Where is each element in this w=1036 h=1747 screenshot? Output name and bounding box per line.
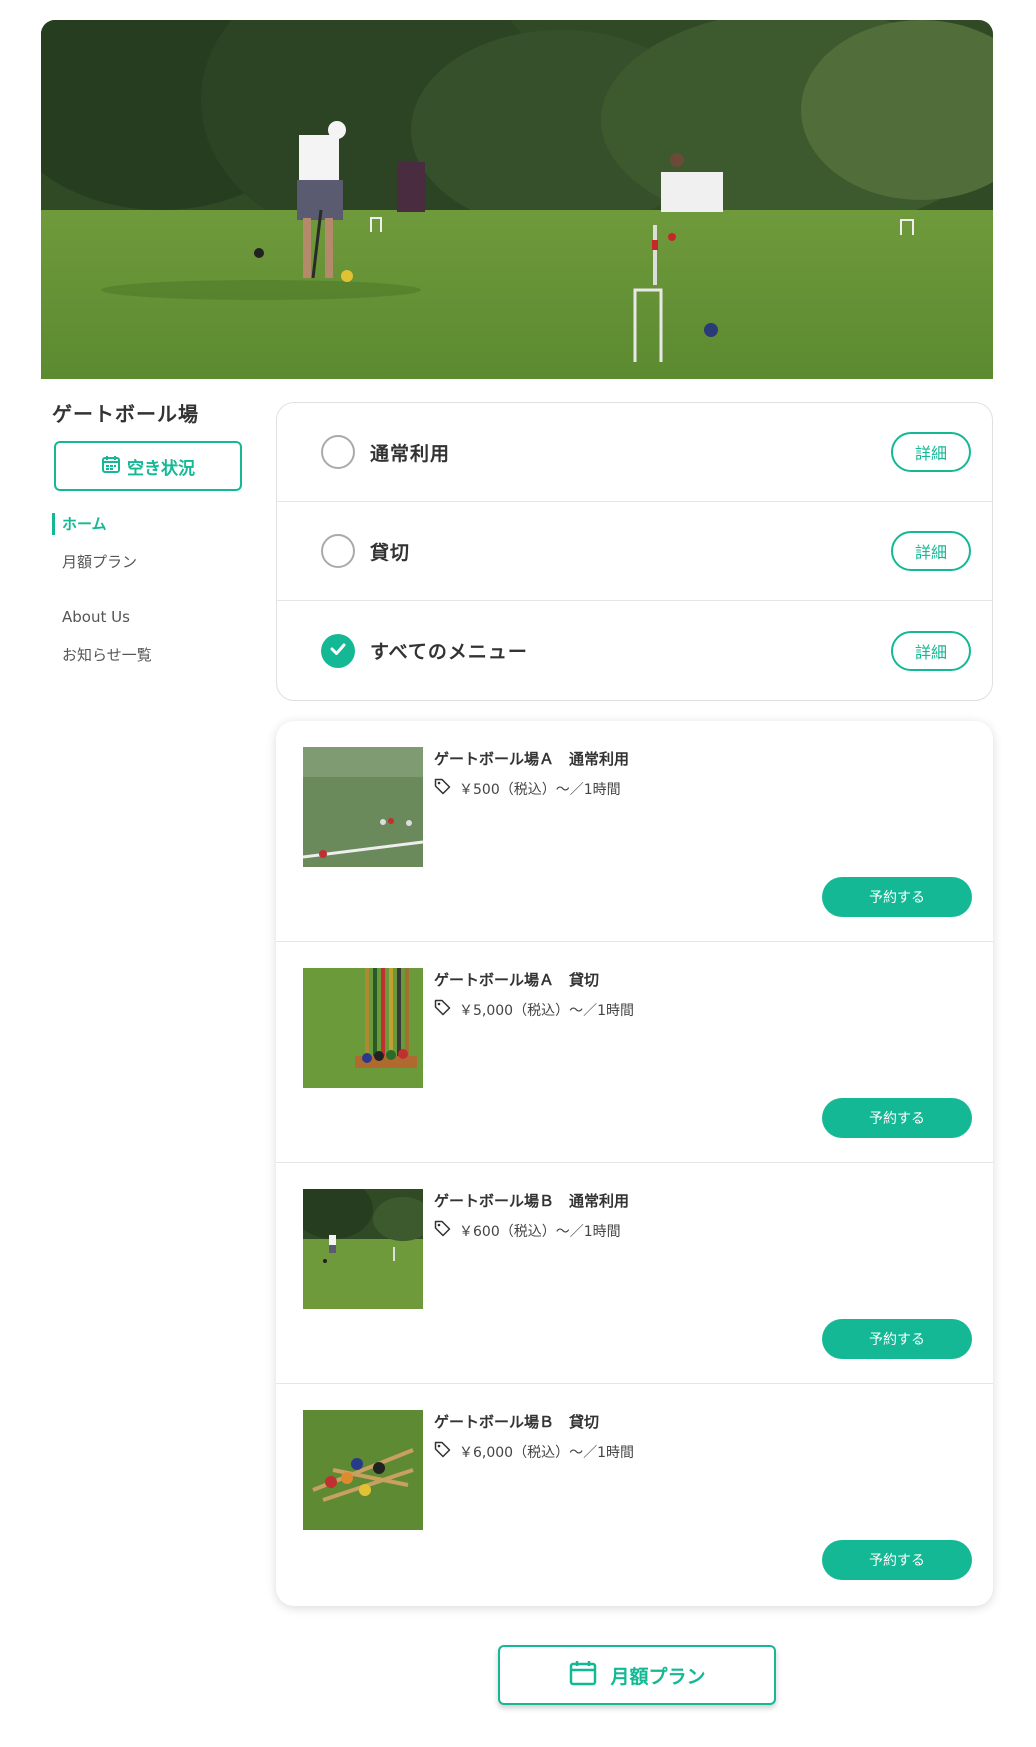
nav-item-monthly-plan[interactable]: 月額プラン: [52, 543, 252, 581]
detail-button[interactable]: 詳細: [891, 432, 971, 472]
filter-label: すべてのメニュー: [370, 641, 528, 663]
menu-item-price: ￥500（税込）〜／1時間: [434, 778, 621, 799]
calendar-icon: [101, 454, 121, 479]
availability-label: 空き状況: [127, 458, 195, 479]
monthly-plan-label: 月額プラン: [610, 1665, 706, 1688]
price-tag-icon: [434, 999, 451, 1020]
price-tag-icon: [434, 1441, 451, 1462]
price-tag-icon: [434, 1220, 451, 1241]
hero-image: [41, 20, 993, 379]
calendar-icon: [568, 1658, 598, 1693]
menu-item-thumbnail: [303, 1410, 423, 1530]
filter-option-private[interactable]: 貸切 詳細: [277, 502, 992, 601]
reserve-button[interactable]: 予約する: [822, 877, 972, 917]
price-tag-icon: [434, 778, 451, 799]
menu-item-price: ￥5,000（税込）〜／1時間: [434, 999, 634, 1020]
menu-item-thumbnail: [303, 1189, 423, 1309]
radio-button[interactable]: [321, 534, 355, 568]
sidebar: ゲートボール場 空き状況 ホーム 月額プラン About Us お知らせ一覧: [52, 398, 252, 674]
reserve-button[interactable]: 予約する: [822, 1540, 972, 1580]
radio-button[interactable]: [321, 435, 355, 469]
menu-item-thumbnail: [303, 747, 423, 867]
filter-label: 通常利用: [370, 442, 451, 465]
nav-item-home[interactable]: ホーム: [52, 513, 252, 535]
menu-item: ゲートボール場Ｂ 貸切 ￥6,000（税込）〜／1時間 予約する: [276, 1384, 993, 1605]
menu-list: ゲートボール場Ａ 通常利用 ￥500（税込）〜／1時間 予約する ゲートボール場…: [276, 721, 993, 1606]
filter-option-all[interactable]: すべてのメニュー 詳細: [277, 601, 992, 700]
nav-item-about[interactable]: About Us: [52, 598, 252, 636]
monthly-plan-button[interactable]: 月額プラン: [498, 1645, 776, 1705]
menu-item-title: ゲートボール場Ｂ 通常利用: [434, 1192, 630, 1210]
reserve-button[interactable]: 予約する: [822, 1319, 972, 1359]
detail-button[interactable]: 詳細: [891, 531, 971, 571]
menu-item-title: ゲートボール場Ｂ 貸切: [434, 1413, 600, 1431]
menu-filter-card: 通常利用 詳細 貸切 詳細 すべてのメニュー 詳細: [276, 402, 993, 701]
price-text: ￥5,000（税込）〜／1時間: [459, 1002, 634, 1019]
menu-item: ゲートボール場Ａ 通常利用 ￥500（税込）〜／1時間 予約する: [276, 721, 993, 942]
menu-item: ゲートボール場Ｂ 通常利用 ￥600（税込）〜／1時間 予約する: [276, 1163, 993, 1384]
filter-option-regular[interactable]: 通常利用 詳細: [277, 403, 992, 502]
price-text: ￥6,000（税込）〜／1時間: [459, 1444, 634, 1461]
menu-item-title: ゲートボール場Ａ 貸切: [434, 971, 600, 989]
price-text: ￥600（税込）〜／1時間: [459, 1223, 621, 1240]
detail-button[interactable]: 詳細: [891, 630, 971, 671]
menu-item-thumbnail: [303, 968, 423, 1088]
check-icon: [328, 639, 348, 663]
radio-button-checked[interactable]: [321, 633, 355, 668]
reserve-button[interactable]: 予約する: [822, 1098, 972, 1138]
menu-item-price: ￥600（税込）〜／1時間: [434, 1220, 621, 1241]
availability-button[interactable]: 空き状況: [54, 441, 242, 491]
sidebar-nav: ホーム 月額プラン About Us お知らせ一覧: [52, 513, 252, 674]
menu-item-title: ゲートボール場Ａ 通常利用: [434, 750, 630, 768]
venue-title: ゲートボール場: [52, 402, 199, 426]
menu-item: ゲートボール場Ａ 貸切 ￥5,000（税込）〜／1時間 予約する: [276, 942, 993, 1163]
price-text: ￥500（税込）〜／1時間: [459, 781, 621, 798]
menu-item-price: ￥6,000（税込）〜／1時間: [434, 1441, 634, 1462]
filter-label: 貸切: [370, 541, 411, 564]
nav-item-news[interactable]: お知らせ一覧: [52, 636, 252, 674]
